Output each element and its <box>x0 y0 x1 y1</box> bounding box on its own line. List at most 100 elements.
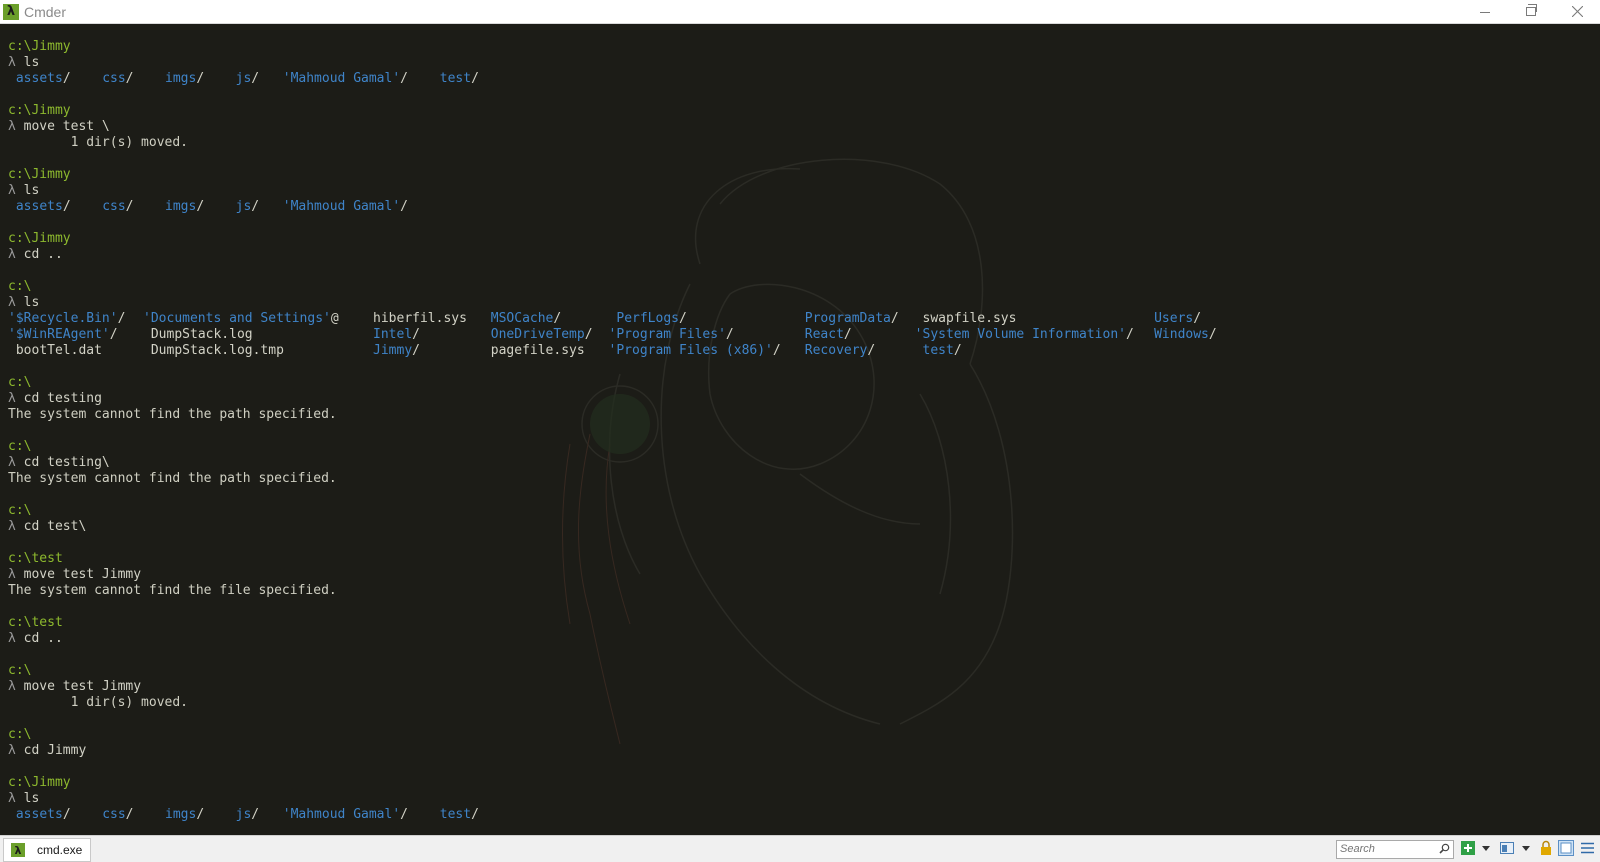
new-console-icon[interactable] <box>1461 841 1475 855</box>
lock-icon[interactable] <box>1540 840 1552 855</box>
file-entry: DumpStack.log.tmp <box>151 343 284 359</box>
entry-name: 'Program Files (x86)' <box>608 343 773 358</box>
directory-entry: React/ <box>805 327 852 343</box>
prompt-path: c:\Jimmy <box>8 167 71 182</box>
cmder-app-icon[interactable]: λ <box>3 3 19 20</box>
title-bar: λ Cmder <box>0 0 1600 24</box>
entry-name: ProgramData <box>804 311 891 326</box>
lambda-prompt-symbol: λ <box>8 791 16 806</box>
entry-suffix: / <box>553 311 562 326</box>
entry-suffix: / <box>679 311 687 326</box>
search-input[interactable] <box>1337 841 1436 857</box>
entry-suffix: / <box>251 71 260 86</box>
entry-name: imgs <box>165 199 197 214</box>
command-text: ls <box>23 183 40 198</box>
close-button[interactable] <box>1554 0 1600 23</box>
prompt-path: c:\ <box>8 279 32 294</box>
lambda-prompt-symbol: λ <box>8 567 16 582</box>
terminal-output[interactable]: c:\Jimmy λ ls assets/css/imgs/js/'Mahmoud … <box>0 24 1600 835</box>
command-line: λ move test \ <box>8 119 337 135</box>
restore-button[interactable] <box>1508 0 1554 23</box>
command-line: λ cd .. <box>8 247 337 263</box>
console-buffer: c:\Jimmy λ ls assets/css/imgs/js/'Mahmoud … <box>8 39 1217 823</box>
directory-entry: '$Recycle.Bin'/ <box>8 311 125 327</box>
entry-name: js <box>235 71 252 86</box>
entry-name: Intel <box>373 327 413 342</box>
split-view-icon[interactable] <box>1500 841 1514 855</box>
command-line: λ ls <box>8 791 337 807</box>
entry-name: test <box>439 71 472 86</box>
entry-name: 'Mahmoud Gamal' <box>282 71 401 86</box>
file-entry: hiberfil.sys <box>373 311 467 327</box>
entry-suffix: / <box>62 199 71 214</box>
entry-name: 'System Volume Information' <box>914 327 1126 342</box>
entry-name: 'Documents and Settings' <box>143 311 331 326</box>
command-line: λ ls <box>8 295 337 311</box>
prompt-path: c:\Jimmy <box>8 775 71 790</box>
layout-icon[interactable] <box>1558 840 1574 856</box>
entry-name: js <box>235 807 252 822</box>
directory-entry: Users/ <box>1154 311 1201 327</box>
entry-suffix: / <box>196 71 205 86</box>
file-entry: DumpStack.log <box>151 327 253 343</box>
command-output: The system cannot find the path specifie… <box>8 471 337 486</box>
entry-name: Recovery <box>804 343 868 358</box>
dropdown-arrow-icon[interactable] <box>1522 846 1530 851</box>
entry-suffix: / <box>867 343 876 358</box>
entry-suffix: / <box>890 311 899 326</box>
entry-name: swapfile.sys <box>922 311 1017 326</box>
lambda-prompt-symbol: λ <box>8 119 16 134</box>
command-line: λ cd testing\ <box>8 455 337 471</box>
directory-entry: MSOCache/ <box>491 311 561 327</box>
directory-entry: Recovery/ <box>805 343 875 359</box>
entry-name: React <box>804 327 844 342</box>
command-output: 1 dir(s) moved. <box>8 695 189 710</box>
prompt-path: c:\ <box>8 375 32 390</box>
directory-entry: 'Program Files (x86)'/ <box>609 343 781 359</box>
ls-output-row: assets/css/imgs/js/'Mahmoud Gamal'/test/ <box>8 71 479 87</box>
directory-entry: 'Program Files'/ <box>609 327 734 343</box>
entry-name: Jimmy <box>373 343 413 358</box>
ls-output-row: '$WinREAgent'/DumpStack.log Intel/OneDriv… <box>8 327 1217 343</box>
prompt-path: c:\Jimmy <box>8 103 71 118</box>
entry-suffix: / <box>1208 327 1217 342</box>
ls-output-row: assets/css/imgs/js/'Mahmoud Gamal'/ <box>8 199 408 215</box>
command-text: move test Jimmy <box>23 567 142 582</box>
entry-name: '$WinREAgent' <box>8 327 110 342</box>
command-text: cd test\ <box>23 519 87 534</box>
lambda-prompt-symbol: λ <box>8 519 16 534</box>
command-text: cd Jimmy <box>23 743 87 758</box>
menu-icon[interactable] <box>1581 842 1594 854</box>
command-line: λ cd Jimmy <box>8 743 337 759</box>
file-entry: swapfile.sys <box>923 311 1017 327</box>
search-icon[interactable] <box>1439 843 1450 854</box>
entry-name: css <box>102 71 126 86</box>
lambda-prompt-symbol: λ <box>8 455 16 470</box>
entry-suffix: / <box>953 343 962 358</box>
search-box[interactable] <box>1336 840 1454 859</box>
entry-name: 'Program Files' <box>608 327 726 342</box>
lambda-prompt-symbol: λ <box>8 55 16 70</box>
entry-name: css <box>102 199 126 214</box>
lambda-prompt-symbol: λ <box>8 631 16 646</box>
ls-output-row: bootTel.dat DumpStack.log.tmp Jimmy/pagefi… <box>8 343 962 359</box>
entry-name: imgs <box>165 71 197 86</box>
command-text: cd testing\ <box>23 455 110 470</box>
lambda-prompt-symbol: λ <box>8 391 16 406</box>
command-text: ls <box>23 295 40 310</box>
command-line: λ cd test\ <box>8 519 337 535</box>
entry-suffix: / <box>412 343 420 358</box>
entry-suffix: / <box>125 71 134 86</box>
minimize-button[interactable] <box>1462 0 1508 23</box>
entry-name: 'Mahmoud Gamal' <box>282 807 401 822</box>
command-line: λ ls <box>8 183 337 199</box>
entry-name: js <box>235 199 252 214</box>
tab-cmd[interactable]: λ cmd.exe <box>3 838 91 862</box>
entry-name: PerfLogs <box>616 311 679 326</box>
lambda-prompt-symbol: λ <box>8 743 16 758</box>
directory-entry: js/ <box>236 807 259 823</box>
dropdown-arrow-icon[interactable] <box>1482 846 1490 851</box>
